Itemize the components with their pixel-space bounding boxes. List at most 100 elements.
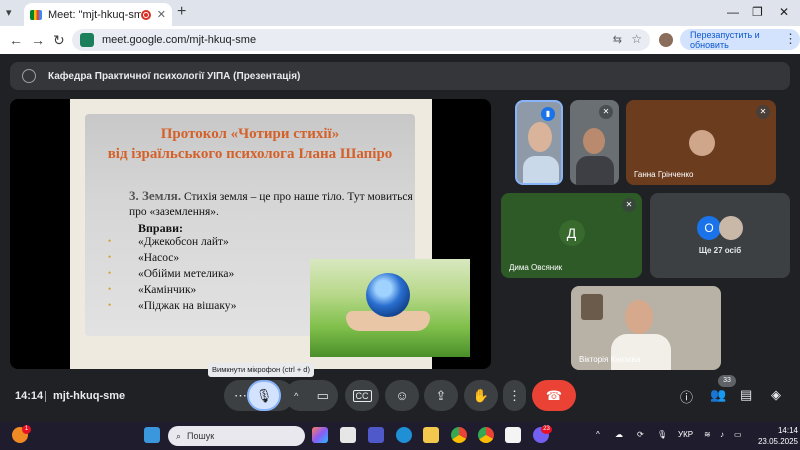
end-call-icon: ☎ bbox=[545, 387, 563, 403]
new-tab-icon[interactable]: + bbox=[177, 3, 186, 21]
participant-tile-speaking[interactable]: ▮ bbox=[515, 100, 563, 185]
camera-button[interactable]: ^ ▭ bbox=[285, 380, 338, 411]
taskbar-clock[interactable]: 14:14 23.05.2025 bbox=[748, 425, 798, 447]
participant-name: Дима Овсяник bbox=[509, 263, 563, 272]
weather-badge: 1 bbox=[22, 425, 31, 434]
presentation-title: Кафедра Практичної психології УІПА (През… bbox=[48, 70, 301, 82]
tray-sync-icon[interactable]: ⟳ bbox=[637, 430, 644, 439]
profile-avatar[interactable] bbox=[659, 33, 673, 47]
list-item: • «Камінчик» bbox=[108, 284, 197, 296]
minimize-icon[interactable]: — bbox=[727, 5, 739, 19]
microphone-button[interactable]: 🎙 bbox=[247, 380, 281, 411]
participant-video bbox=[583, 128, 605, 154]
participant-clothing bbox=[576, 156, 614, 185]
clock-time: 14:14 bbox=[777, 426, 798, 435]
camera-icon: ▭ bbox=[316, 387, 329, 403]
forward-icon[interactable]: → bbox=[31, 32, 45, 48]
participant-avatar bbox=[719, 216, 743, 240]
slide-body: 3. Земля. Стихія земля – це про наше тіл… bbox=[129, 188, 419, 220]
windows-taskbar: 1 ⌕ Пошук 23 ^ ☁ ⟳ 🎙 УКР ≋ ♪ ▭ 14:14 23.… bbox=[0, 422, 800, 450]
more-vert-icon: ⋮ bbox=[508, 387, 521, 403]
copilot-icon[interactable] bbox=[312, 427, 328, 443]
captions-icon: CC bbox=[352, 389, 372, 402]
wall-decoration bbox=[581, 294, 603, 320]
pdf-icon[interactable] bbox=[505, 427, 521, 443]
people-icon[interactable]: 👥 bbox=[710, 387, 726, 403]
slide-lead: 3. Земля. bbox=[129, 188, 182, 203]
browser-menu-icon[interactable]: ⋮ bbox=[784, 31, 797, 47]
more-participants-label: Ще 27 осіб bbox=[698, 246, 742, 255]
participant-initial-avatar: О bbox=[697, 216, 721, 240]
divider bbox=[45, 391, 46, 402]
participant-tile-viktoria[interactable]: Вікторія Князєва bbox=[571, 286, 721, 370]
battery-icon[interactable]: ▭ bbox=[734, 430, 742, 439]
meeting-code: mjt-hkuq-sme bbox=[53, 390, 126, 402]
search-placeholder: Пошук bbox=[187, 431, 215, 441]
participant-name: Ганна Грінченко bbox=[634, 170, 694, 179]
emoji-icon: ☺ bbox=[395, 388, 409, 403]
chrome-profile-icon[interactable] bbox=[478, 427, 494, 443]
volume-icon[interactable]: ♪ bbox=[720, 430, 724, 439]
participant-clothing bbox=[611, 334, 671, 370]
list-item: • «Джекобсон лайт» bbox=[108, 236, 229, 248]
teams-icon[interactable] bbox=[368, 427, 384, 443]
tray-mic-icon[interactable]: 🎙 bbox=[657, 430, 667, 439]
meeting-info-icon[interactable]: ⓘ bbox=[680, 387, 693, 406]
chrome-icon[interactable] bbox=[451, 427, 467, 443]
address-bar[interactable]: meet.google.com/mjt-hkuq-sme ⇆ ☆ bbox=[72, 29, 650, 51]
captions-button[interactable]: CC bbox=[345, 380, 379, 411]
tray-chevron-icon[interactable]: ^ bbox=[596, 430, 600, 439]
list-item: • «Обійми метелика» bbox=[108, 268, 235, 280]
more-participants-tile[interactable]: О Ще 27 осіб bbox=[650, 193, 790, 278]
participant-clothing bbox=[523, 156, 559, 183]
tab-search-icon[interactable]: ▾ bbox=[6, 6, 12, 19]
participant-tile-dyma[interactable]: Д ✕ Дима Овсяник bbox=[501, 193, 642, 278]
present-button[interactable]: ⇪ bbox=[424, 380, 458, 411]
restore-icon[interactable]: ❐ bbox=[752, 5, 763, 19]
recording-icon bbox=[140, 9, 151, 20]
raise-hand-button[interactable]: ✋ bbox=[464, 380, 498, 411]
url-text: meet.google.com/mjt-hkuq-sme bbox=[102, 34, 257, 46]
start-windows-icon[interactable] bbox=[144, 427, 160, 443]
translate-icon[interactable]: ⇆ bbox=[613, 33, 622, 46]
participant-name: Вікторія Князєва bbox=[579, 355, 641, 364]
search-icon: ⌕ bbox=[176, 430, 182, 441]
more-options-button[interactable]: ⋮ bbox=[503, 380, 526, 411]
taskbar-search[interactable]: ⌕ Пошук bbox=[168, 426, 305, 446]
presentation-banner: Кафедра Практичної психології УІПА (През… bbox=[10, 62, 790, 90]
participant-tile[interactable]: ✕ bbox=[570, 100, 619, 185]
browser-tab-meet[interactable]: Meet: "mjt-hkuq-sme" ✕ bbox=[24, 3, 172, 26]
close-tab-icon[interactable]: ✕ bbox=[157, 8, 166, 21]
hand-icon: ✋ bbox=[472, 387, 490, 403]
tray-app-icon[interactable]: ☁ bbox=[615, 430, 623, 439]
chat-icon[interactable]: ▤ bbox=[740, 387, 752, 403]
leave-call-button[interactable]: ☎ bbox=[532, 380, 576, 411]
reactions-button[interactable]: ☺ bbox=[385, 380, 419, 411]
speaking-indicator-icon: ▮ bbox=[541, 107, 555, 121]
microphone-icon: 🎙 bbox=[255, 387, 273, 403]
presenter-avatar-icon bbox=[22, 69, 36, 83]
wifi-icon[interactable]: ≋ bbox=[704, 430, 711, 439]
list-item: • «Насос» bbox=[108, 252, 180, 264]
participant-video bbox=[625, 300, 653, 334]
participant-tile-hanna[interactable]: ✕ Ганна Грінченко bbox=[626, 100, 776, 185]
camera-options-chevron-icon[interactable]: ^ bbox=[294, 391, 298, 401]
bookmark-star-icon[interactable]: ☆ bbox=[631, 32, 642, 46]
exercises-heading: Вправи: bbox=[138, 221, 183, 235]
close-window-icon[interactable]: ✕ bbox=[779, 5, 789, 19]
activities-icon[interactable]: ◈ bbox=[771, 387, 781, 403]
muted-mic-icon: ✕ bbox=[599, 105, 613, 119]
snipping-tool-icon[interactable] bbox=[340, 427, 356, 443]
presentation-stage[interactable]: Протокол «Чотири стихії» від ізраїльсько… bbox=[10, 99, 491, 369]
reload-icon[interactable]: ↻ bbox=[53, 32, 65, 49]
meet-favicon-icon bbox=[30, 9, 42, 20]
more-audio-options-icon[interactable]: ⋯ bbox=[234, 388, 247, 404]
edge-icon[interactable] bbox=[396, 427, 412, 443]
slide: Протокол «Чотири стихії» від ізраїльсько… bbox=[70, 99, 470, 369]
site-info-icon[interactable] bbox=[80, 33, 94, 47]
relaunch-update-button[interactable]: Перезапустить и обновить bbox=[680, 29, 800, 50]
back-icon[interactable]: ← bbox=[9, 32, 23, 48]
mic-tooltip: Вимкнути мікрофон (ctrl + d) bbox=[208, 363, 314, 377]
language-indicator[interactable]: УКР bbox=[678, 430, 693, 439]
file-explorer-icon[interactable] bbox=[423, 427, 439, 443]
